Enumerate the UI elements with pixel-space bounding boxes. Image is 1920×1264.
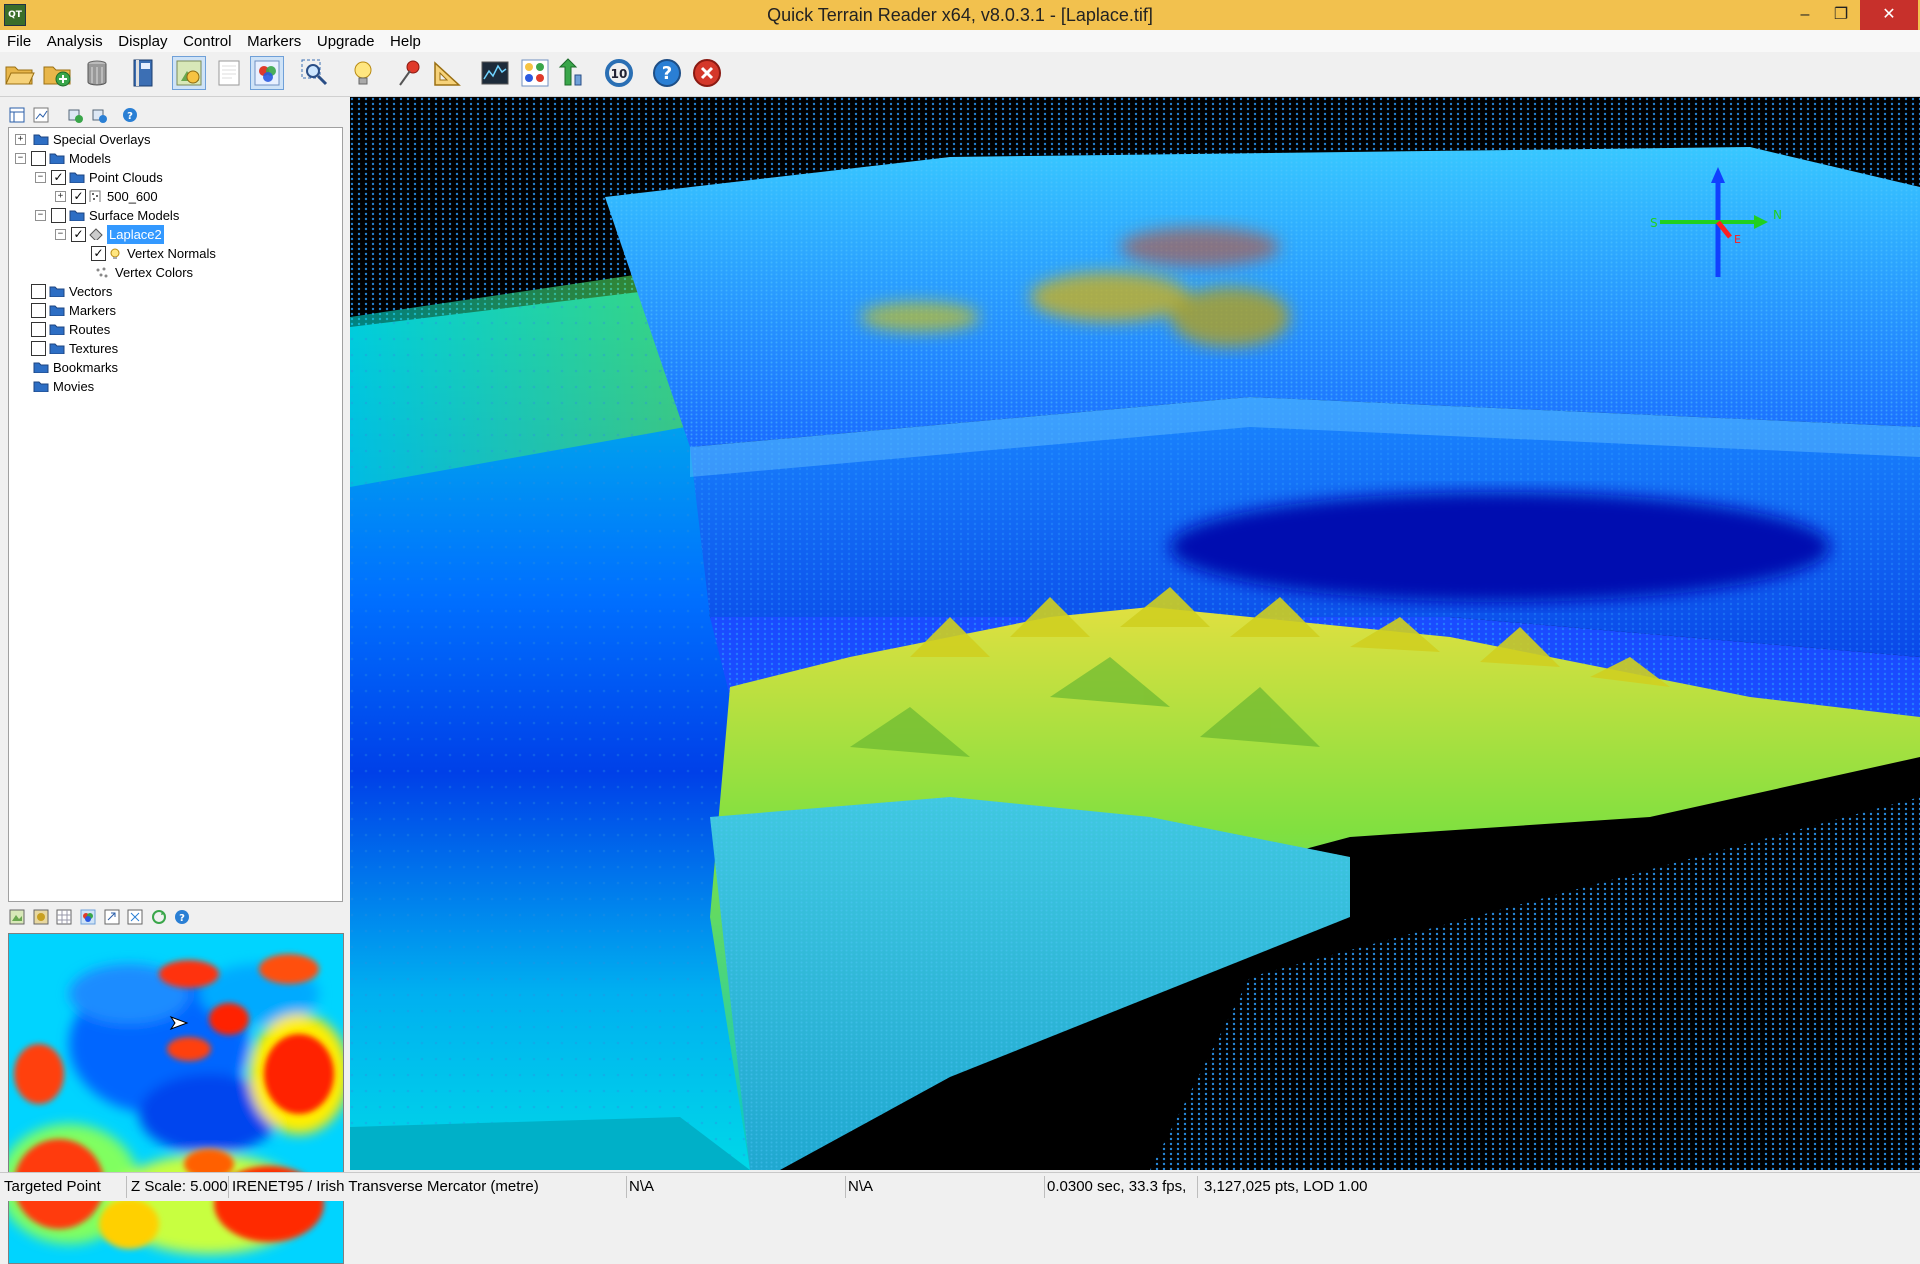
map-toolbar: ?: [8, 907, 193, 929]
status-field1: N\A: [625, 1176, 846, 1198]
side-panel: ? + Special Overlays − Models − ✓ Point …: [0, 97, 350, 1264]
title-bar: QT Quick Terrain Reader x64, v8.0.3.1 - …: [0, 0, 1920, 30]
close-icon[interactable]: [690, 56, 724, 90]
status-zscale: Z Scale: 5.000(: [127, 1176, 229, 1198]
help-icon[interactable]: ?: [650, 56, 684, 90]
map-fit-icon[interactable]: [127, 909, 143, 925]
book-icon[interactable]: [126, 56, 160, 90]
layer-tree: + Special Overlays − Models − ✓ Point Cl…: [8, 127, 343, 902]
grid-select-icon[interactable]: [518, 56, 552, 90]
surface-models-checkbox[interactable]: [51, 208, 66, 223]
point-clouds-checkbox[interactable]: ✓: [51, 170, 66, 185]
chart-view-icon[interactable]: [33, 107, 49, 123]
menu-bar: File Analysis Display Control Markers Up…: [0, 30, 1920, 52]
compass-east: E: [1734, 233, 1741, 246]
menu-control[interactable]: Control: [177, 30, 237, 52]
layer-view-icon[interactable]: [172, 56, 206, 90]
menu-analysis[interactable]: Analysis: [41, 30, 109, 52]
status-field2: N\A: [844, 1176, 1045, 1198]
refresh-10-icon[interactable]: 10: [602, 56, 636, 90]
profile-chart-icon[interactable]: [478, 56, 512, 90]
trash-icon[interactable]: [80, 56, 114, 90]
maximize-button[interactable]: ❐: [1818, 0, 1864, 30]
vectors-checkbox[interactable]: [31, 284, 46, 299]
pin-marker-icon[interactable]: [392, 56, 426, 90]
tree-help-icon[interactable]: ?: [122, 107, 138, 123]
remove-layer-icon[interactable]: [91, 107, 107, 123]
zoom-region-icon[interactable]: [298, 56, 332, 90]
vertex-normals-checkbox[interactable]: ✓: [91, 246, 106, 261]
color-layers-icon[interactable]: [250, 56, 284, 90]
menu-file[interactable]: File: [0, 30, 37, 52]
status-projection: IRENET95 / Irish Transverse Mercator (me…: [228, 1176, 627, 1198]
window-title: Quick Terrain Reader x64, v8.0.3.1 - [La…: [767, 5, 1153, 25]
routes-checkbox[interactable]: [31, 322, 46, 337]
compass-south: S: [1650, 216, 1658, 230]
500-600-checkbox[interactable]: ✓: [71, 189, 86, 204]
refresh-label: 10: [611, 67, 628, 81]
menu-display[interactable]: Display: [112, 30, 173, 52]
add-folder-icon[interactable]: [40, 56, 74, 90]
vertex-colors-icon: [96, 267, 108, 278]
close-window-button[interactable]: ✕: [1860, 0, 1918, 30]
menu-help[interactable]: Help: [384, 30, 427, 52]
models-checkbox[interactable]: [31, 151, 46, 166]
status-mode: Targeted Point: [0, 1176, 127, 1198]
overview-elevation-map: [9, 934, 343, 1263]
surface-model-icon: [89, 228, 103, 240]
status-points: 3,127,025 pts, LOD 1.00: [1204, 1178, 1368, 1195]
svg-text:?: ?: [179, 913, 185, 924]
map-export-icon[interactable]: [104, 909, 120, 925]
laplace2-checkbox[interactable]: ✓: [71, 227, 86, 242]
point-cloud-icon: [89, 190, 101, 202]
tree-view-icon[interactable]: [9, 107, 25, 123]
terrain-render: S N E: [350, 97, 1920, 1170]
menu-upgrade[interactable]: Upgrade: [311, 30, 381, 52]
light-bulb-small-icon: [110, 248, 120, 259]
map-overlay-icon[interactable]: [33, 909, 49, 925]
map-grid-icon[interactable]: [56, 909, 72, 925]
markers-checkbox[interactable]: [31, 303, 46, 318]
open-folder-icon[interactable]: [2, 56, 36, 90]
3d-viewport[interactable]: S N E: [350, 97, 1920, 1170]
overview-map[interactable]: [8, 933, 344, 1264]
tree-toolbar: ?: [8, 105, 141, 127]
export-arrow-icon[interactable]: [554, 56, 588, 90]
svg-text:?: ?: [127, 111, 133, 122]
help-label: ?: [662, 63, 672, 84]
blank-page-icon[interactable]: [212, 56, 246, 90]
measure-triangle-icon[interactable]: [430, 56, 464, 90]
map-color-icon[interactable]: [80, 909, 96, 925]
light-bulb-icon[interactable]: [346, 56, 380, 90]
compass-north: N: [1773, 208, 1782, 222]
main-toolbar: 10 ?: [0, 52, 1920, 97]
status-bar: Targeted Point Z Scale: 5.000( IRENET95 …: [0, 1172, 1920, 1201]
status-timing: 0.0300 sec, 33.3 fps,: [1043, 1176, 1198, 1198]
textures-checkbox[interactable]: [31, 341, 46, 356]
map-layer-icon[interactable]: [9, 909, 25, 925]
menu-markers[interactable]: Markers: [241, 30, 307, 52]
add-layer-icon[interactable]: [67, 107, 84, 123]
map-refresh-icon[interactable]: [151, 909, 167, 925]
map-help-icon[interactable]: ?: [174, 909, 190, 925]
